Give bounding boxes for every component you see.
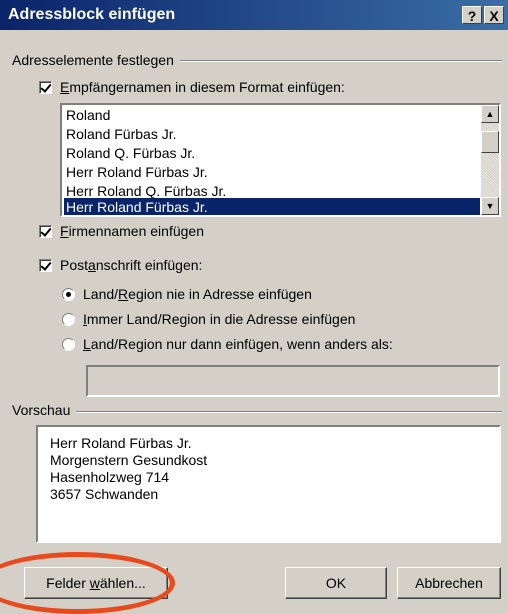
radio-dot[interactable] [62, 312, 75, 326]
scroll-up-icon[interactable]: ▲ [481, 105, 499, 123]
title-bar: Adressblock einfügen ? X [0, 0, 508, 30]
radio-dot[interactable] [62, 287, 75, 301]
list-scrollbar[interactable]: ▲ ▼ [481, 105, 499, 215]
list-item[interactable]: Herr Roland Fürbas Jr. [64, 163, 208, 182]
country-always-label: Immer Land/Region in die Adresse einfüge… [83, 311, 356, 327]
checkbox-box[interactable] [39, 224, 52, 238]
country-never-radio[interactable]: Land/Region nie in Adresse einfügen [62, 286, 312, 302]
country-conditional-label: Land/Region nur dann einfügen, wenn ande… [83, 336, 393, 352]
preview-line: Hasenholzweg 714 [50, 469, 170, 485]
cancel-button[interactable]: Abbrechen [397, 567, 501, 599]
address-group-label: Adresselemente festlegen [12, 52, 180, 68]
dialog-title: Adressblock einfügen [8, 6, 176, 23]
preview-group-label: Vorschau [12, 402, 77, 418]
close-button[interactable]: X [484, 6, 504, 24]
country-never-label: Land/Region nie in Adresse einfügen [83, 286, 312, 302]
preview-group-line [12, 411, 502, 413]
name-format-listbox[interactable]: Roland Roland Fürbas Jr. Roland Q. Fürba… [60, 103, 501, 217]
list-item[interactable]: Roland Q. Fürbas Jr. [64, 144, 195, 163]
preview-line: Morgenstern Gesundkost [50, 452, 208, 468]
choose-fields-button[interactable]: Felder wählen... [24, 567, 168, 599]
radio-dot[interactable] [62, 337, 75, 351]
list-item[interactable]: Roland Fürbas Jr. [64, 125, 177, 144]
country-field[interactable] [86, 365, 500, 397]
preview-box: Herr Roland Fürbas Jr. Morgenstern Gesun… [36, 425, 501, 543]
list-item[interactable]: Roland [64, 106, 110, 125]
list-item-selected[interactable]: Herr Roland Fürbas Jr. [64, 198, 480, 215]
postal-address-checkbox[interactable]: Postanschrift einfügen: [39, 257, 202, 273]
scroll-thumb[interactable] [481, 131, 499, 153]
company-name-checkbox[interactable]: Firmennamen einfügen [39, 223, 204, 239]
checkbox-box[interactable] [39, 80, 52, 94]
country-always-radio[interactable]: Immer Land/Region in die Adresse einfüge… [62, 311, 355, 327]
help-button[interactable]: ? [462, 6, 482, 24]
country-conditional-radio[interactable]: Land/Region nur dann einfügen, wenn ande… [62, 336, 393, 352]
preview-line: Herr Roland Fürbas Jr. [50, 435, 192, 451]
scroll-down-icon[interactable]: ▼ [481, 197, 499, 215]
recipient-name-label: Empfängernamen in diesem Format einfügen… [60, 79, 345, 95]
postal-address-label: Postanschrift einfügen: [60, 257, 203, 273]
company-name-label: Firmennamen einfügen [60, 223, 204, 239]
ok-button[interactable]: OK [285, 567, 387, 599]
recipient-name-checkbox[interactable]: Empfängernamen in diesem Format einfügen… [39, 79, 345, 95]
preview-line: 3657 Schwanden [50, 486, 159, 502]
checkbox-box[interactable] [39, 258, 52, 272]
